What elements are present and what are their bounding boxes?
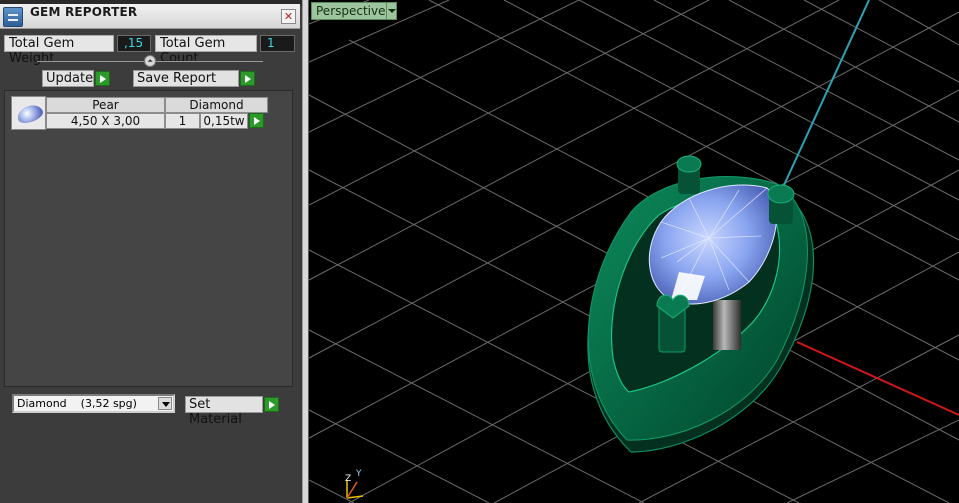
axis-gizmo: [346, 480, 364, 499]
gem-count: 1: [165, 113, 200, 129]
material-select[interactable]: Diamond (3,52 spg): [12, 394, 175, 413]
gem-reporter-panel: GEM REPORTER ✕ Total Gem Weight ,15 Tota…: [0, 0, 302, 503]
axis-label-y: Y: [356, 469, 362, 479]
total-gem-weight-value: ,15: [117, 35, 151, 52]
gem-reporter-app-icon: [3, 7, 23, 27]
material-select-name: Diamond: [17, 397, 67, 410]
perspective-viewport[interactable]: Perspective Z Y: [309, 0, 959, 503]
panel-splitter[interactable]: [302, 0, 309, 503]
set-material-play-icon[interactable]: [264, 397, 279, 412]
total-gem-weight-label: Total Gem Weight: [4, 35, 114, 66]
save-report-play-icon[interactable]: [240, 71, 255, 86]
gem-material: Diamond: [165, 97, 268, 113]
update-play-icon[interactable]: [95, 71, 110, 86]
chevron-down-icon[interactable]: [158, 397, 172, 410]
gem-thumbnail-shape: [15, 102, 45, 126]
save-report-button[interactable]: Save Report: [133, 70, 239, 87]
gem-shape: Pear: [46, 97, 165, 113]
pear-gem-icon: [11, 96, 46, 130]
gem-size: 4,50 X 3,00: [46, 113, 165, 129]
viewport-canvas: [309, 0, 959, 503]
total-gem-count-label: Total Gem Count: [155, 35, 257, 66]
chevron-down-icon[interactable]: [386, 2, 397, 20]
gem-row[interactable]: Pear Diamond 4,50 X 3,00 1 0,15tw: [11, 96, 271, 130]
setting-post: [713, 300, 741, 350]
gem-weight: 0,15tw: [200, 113, 248, 129]
x-axis-line: [796, 341, 959, 416]
gem-row-play-icon[interactable]: [249, 113, 264, 128]
set-material-button[interactable]: Set Material: [185, 396, 263, 427]
gem-list: Pear Diamond 4,50 X 3,00 1 0,15tw: [4, 90, 293, 387]
y-axis-line: [778, 0, 870, 197]
title-bar: GEM REPORTER ✕: [0, 4, 300, 29]
material-select-density: (3,52 spg): [80, 397, 137, 410]
close-icon[interactable]: ✕: [281, 9, 296, 24]
view-mode-label[interactable]: Perspective: [311, 2, 393, 20]
total-gem-count-value: 1: [260, 35, 295, 52]
panel-title: GEM REPORTER: [30, 5, 138, 19]
update-button[interactable]: Update: [42, 70, 94, 87]
collapse-toggle[interactable]: ⏶: [144, 55, 156, 67]
axis-label-z: Z: [345, 474, 352, 484]
